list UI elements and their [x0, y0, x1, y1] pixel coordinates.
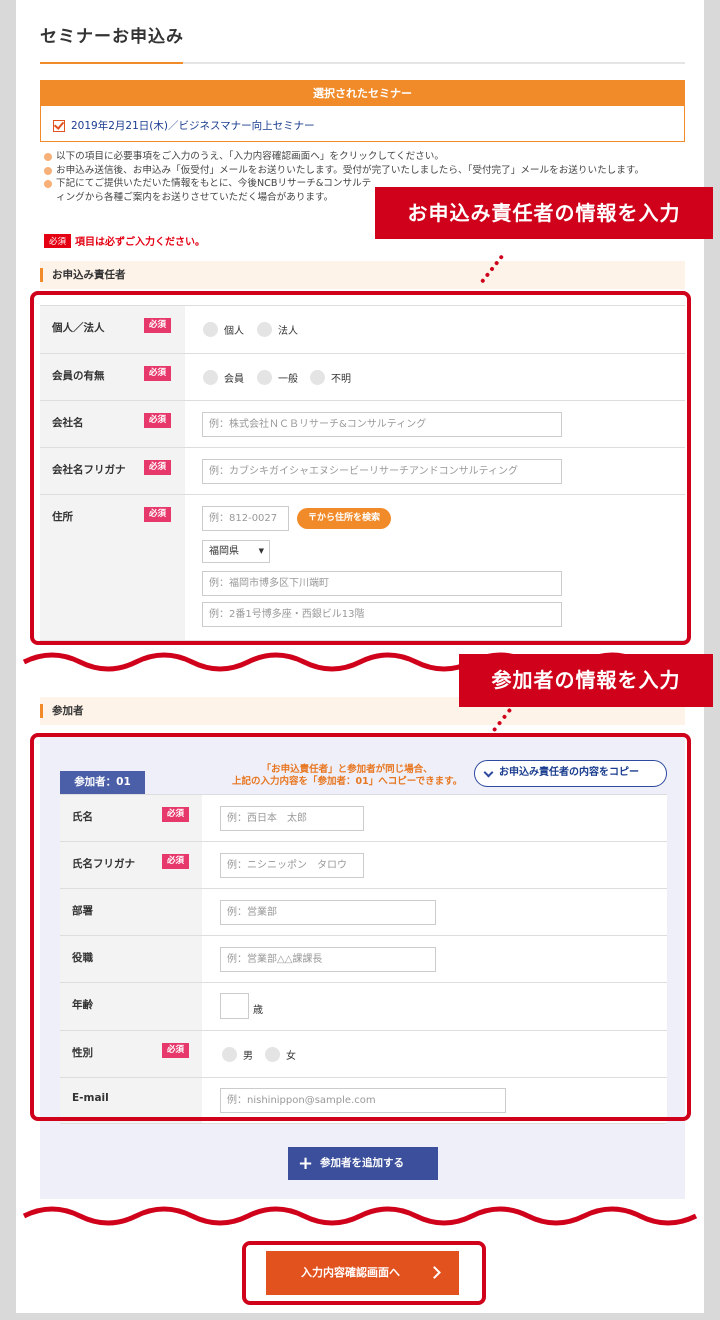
note-item: 以下の項目に必要事項をご入力のうえ、「入力内容確認画面へ」をクリックしてください… [42, 150, 692, 164]
annotation-wave-divider [22, 1206, 698, 1226]
selected-seminar-item[interactable]: 2019年2月21日(木)／ビジネスマナー向上セミナー [53, 118, 315, 133]
section-header-applicant: お申込み責任者 [40, 261, 685, 289]
title-divider-accent [40, 62, 183, 64]
annotation-callout-participants: 参加者の情報を入力 [459, 654, 713, 707]
required-note: 必須 項目は必ずご入力ください。 [44, 233, 205, 248]
required-badge: 必須 [44, 233, 72, 248]
note-item: 下記にてご提供いただいた情報をもとに、今後NCBリサーチ&コンサルティングから各… [42, 177, 372, 204]
page-title: セミナーお申込み [40, 27, 184, 47]
selected-seminar-header: 選択されたセミナー [41, 81, 684, 106]
selected-seminar-label: 2019年2月21日(木)／ビジネスマナー向上セミナー [71, 120, 315, 132]
annotation-frame-participants [30, 733, 691, 1121]
annotation-frame-applicant [30, 291, 691, 645]
checkbox-checked-icon[interactable] [53, 119, 65, 132]
required-note-text: 項目は必ずご入力ください。 [75, 237, 206, 248]
plus-icon: + [298, 1153, 314, 1174]
annotation-callout-applicant: お申込み責任者の情報を入力 [375, 187, 713, 239]
annotation-frame-submit [242, 1241, 486, 1305]
note-item: お申込み送信後、お申込み「仮受付」メールをお送りいたします。受付が完了いたしまし… [42, 164, 692, 178]
selected-seminar-box: 選択されたセミナー 2019年2月21日(木)／ビジネスマナー向上セミナー [40, 80, 685, 142]
add-participant-button[interactable]: + 参加者を追加する [288, 1147, 438, 1180]
add-participant-label: 参加者を追加する [320, 1157, 404, 1169]
